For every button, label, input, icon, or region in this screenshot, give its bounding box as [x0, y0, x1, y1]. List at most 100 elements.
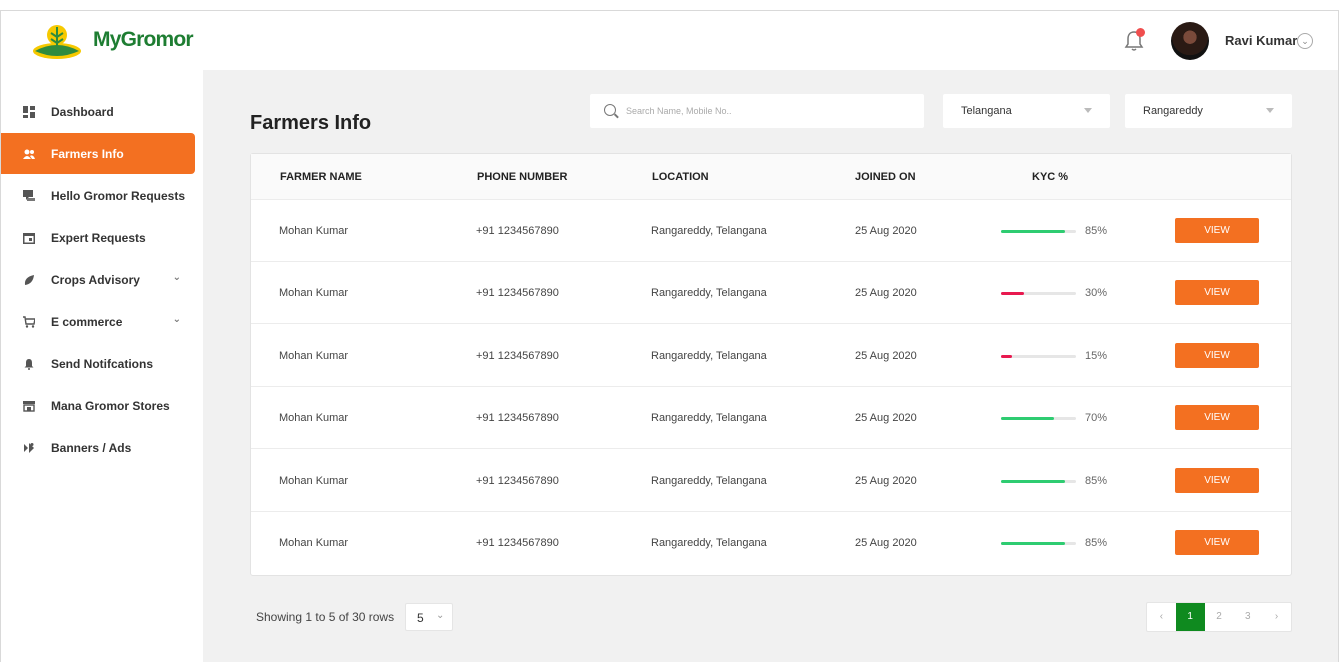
- location: Rangareddy, Telangana: [651, 475, 767, 487]
- location: Rangareddy, Telangana: [651, 225, 767, 237]
- view-button[interactable]: VIEW: [1175, 468, 1259, 493]
- sidebar-item-label: Mana Gromor Stores: [51, 398, 170, 413]
- column-header-location[interactable]: LOCATION: [652, 171, 709, 183]
- page-button-3[interactable]: 3: [1233, 603, 1262, 631]
- calendar-icon: [23, 232, 35, 244]
- cart-icon: [23, 315, 36, 328]
- joined-on: 25 Aug 2020: [855, 412, 917, 424]
- location: Rangareddy, Telangana: [651, 350, 767, 362]
- chevron-down-icon[interactable]: ⌄: [173, 272, 181, 283]
- farmer-name: Mohan Kumar: [279, 350, 349, 362]
- sidebar-item-label: Dashboard: [51, 104, 114, 119]
- page-title: Farmers Info: [250, 112, 372, 134]
- page-button-1[interactable]: 1: [1175, 603, 1205, 631]
- state-select-value: Telangana: [961, 105, 1012, 117]
- kyc-progress-fill: [1001, 417, 1054, 420]
- phone-number: +91 1234567890: [476, 287, 559, 299]
- table-header: FARMER NAME PHONE NUMBER LOCATION JOINED…: [251, 154, 1291, 200]
- joined-on: 25 Aug 2020: [855, 350, 917, 362]
- page-button-2[interactable]: 2: [1205, 603, 1234, 631]
- phone-number: +91 1234567890: [476, 475, 559, 487]
- chevron-down-icon[interactable]: ⌄: [1297, 33, 1313, 49]
- table-row: Mohan Kumar +91 1234567890 Rangareddy, T…: [251, 325, 1291, 387]
- state-select[interactable]: Telangana: [943, 94, 1110, 128]
- district-select-value: Rangareddy: [1143, 105, 1203, 117]
- leaf-icon: [23, 274, 35, 286]
- logo-mark: [31, 21, 83, 59]
- kyc-progress-fill: [1001, 230, 1065, 233]
- next-page-button[interactable]: ›: [1262, 603, 1291, 631]
- megaphone-icon: [23, 442, 35, 454]
- kyc-percent: 70%: [1085, 412, 1108, 424]
- kyc-progress-fill: [1001, 542, 1065, 545]
- view-button[interactable]: VIEW: [1175, 218, 1259, 243]
- kyc-progress-fill: [1001, 292, 1024, 295]
- rows-per-page-select[interactable]: 5 ⌄: [405, 603, 453, 631]
- sidebar-item-expert-requests[interactable]: Expert Requests: [1, 217, 195, 258]
- view-button[interactable]: VIEW: [1175, 405, 1259, 430]
- sidebar-item-label: Send Notifcations: [51, 356, 154, 371]
- sidebar-item-label: Hello Gromor Requests: [51, 188, 186, 203]
- chat-icon: [23, 189, 35, 202]
- sidebar-item-e-commerce[interactable]: E commerce ⌄: [1, 301, 195, 342]
- kyc-progress-fill: [1001, 355, 1013, 358]
- joined-on: 25 Aug 2020: [855, 537, 917, 549]
- farmer-name: Mohan Kumar: [279, 537, 349, 549]
- sidebar-item-hello-gromor-requests[interactable]: Hello Gromor Requests: [1, 175, 195, 216]
- view-button[interactable]: VIEW: [1175, 280, 1259, 305]
- column-header-phone-number[interactable]: PHONE NUMBER: [477, 171, 567, 183]
- caret-down-icon: [1266, 108, 1274, 113]
- view-button[interactable]: VIEW: [1175, 530, 1259, 555]
- table-row: Mohan Kumar +91 1234567890 Rangareddy, T…: [251, 200, 1291, 262]
- sidebar-item-send-notifications[interactable]: Send Notifcations: [1, 343, 195, 384]
- prev-page-button[interactable]: ‹: [1147, 603, 1176, 631]
- table-row: Mohan Kumar +91 1234567890 Rangareddy, T…: [251, 262, 1291, 324]
- sidebar-item-banners-ads[interactable]: Banners / Ads: [1, 427, 195, 468]
- sidebar: Dashboard Farmers Info Hello Gromor Requ…: [1, 70, 203, 662]
- joined-on: 25 Aug 2020: [855, 225, 917, 237]
- store-icon: [23, 400, 35, 412]
- column-header-kyc[interactable]: KYC %: [1032, 171, 1068, 183]
- pagination: ‹ 1 2 3 ›: [1146, 602, 1292, 632]
- location: Rangareddy, Telangana: [651, 287, 767, 299]
- farmer-name: Mohan Kumar: [279, 287, 349, 299]
- column-header-joined-on[interactable]: JOINED ON: [855, 171, 916, 183]
- app-window: MyGromor Ravi Kumar ⌄ Dashboard Farmers …: [0, 10, 1339, 662]
- table-row: Mohan Kumar +91 1234567890 Rangareddy, T…: [251, 512, 1291, 574]
- sidebar-item-label: Farmers Info: [51, 146, 124, 161]
- user-name[interactable]: Ravi Kumar: [1225, 33, 1297, 48]
- kyc-percent: 85%: [1085, 475, 1108, 487]
- sidebar-item-dashboard[interactable]: Dashboard: [1, 91, 195, 132]
- kyc-progress-bar: [1001, 417, 1076, 420]
- view-button[interactable]: VIEW: [1175, 343, 1259, 368]
- farmer-name: Mohan Kumar: [279, 412, 349, 424]
- sidebar-item-label: Crops Advisory: [51, 272, 140, 287]
- avatar[interactable]: [1171, 22, 1209, 60]
- caret-down-icon: [1084, 108, 1092, 113]
- search-box[interactable]: [590, 94, 924, 128]
- farmers-table: FARMER NAME PHONE NUMBER LOCATION JOINED…: [250, 153, 1292, 576]
- logo-text: MyGromor: [93, 28, 194, 51]
- top-header: MyGromor Ravi Kumar ⌄: [1, 11, 1338, 70]
- district-select[interactable]: Rangareddy: [1125, 94, 1292, 128]
- kyc-progress-bar: [1001, 292, 1076, 295]
- joined-on: 25 Aug 2020: [855, 287, 917, 299]
- sidebar-item-farmers-info[interactable]: Farmers Info: [1, 133, 195, 174]
- kyc-progress-fill: [1001, 480, 1065, 483]
- sidebar-item-label: E commerce: [51, 314, 123, 329]
- column-header-farmer-name[interactable]: FARMER NAME: [280, 171, 362, 183]
- search-input[interactable]: [626, 102, 906, 120]
- kyc-percent: 85%: [1085, 225, 1108, 237]
- phone-number: +91 1234567890: [476, 350, 559, 362]
- kyc-percent: 15%: [1085, 350, 1108, 362]
- chevron-down-icon[interactable]: ⌄: [173, 314, 181, 325]
- main-content: Farmers Info Telangana Rangareddy FARMER…: [203, 70, 1338, 662]
- joined-on: 25 Aug 2020: [855, 475, 917, 487]
- sidebar-item-crops-advisory[interactable]: Crops Advisory ⌄: [1, 259, 195, 300]
- table-row: Mohan Kumar +91 1234567890 Rangareddy, T…: [251, 450, 1291, 512]
- kyc-percent: 85%: [1085, 537, 1108, 549]
- sidebar-item-mana-gromor-stores[interactable]: Mana Gromor Stores: [1, 385, 195, 426]
- logo[interactable]: MyGromor: [31, 21, 194, 59]
- location: Rangareddy, Telangana: [651, 537, 767, 549]
- table-row: Mohan Kumar +91 1234567890 Rangareddy, T…: [251, 387, 1291, 449]
